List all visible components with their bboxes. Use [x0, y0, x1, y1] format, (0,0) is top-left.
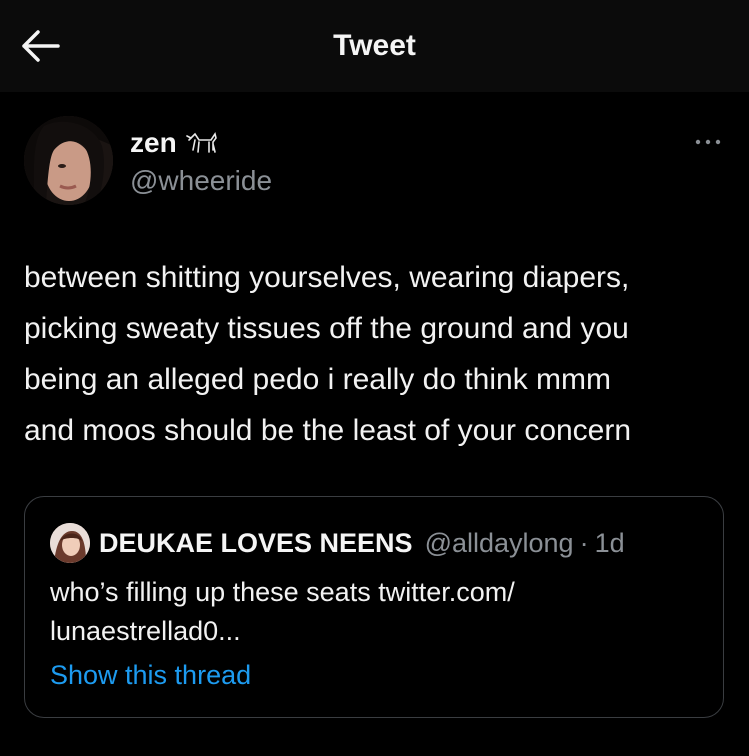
quoted-author-handle: @alldaylong	[424, 527, 574, 558]
tweet-body: between shitting yourselves, wearing dia…	[24, 252, 734, 456]
avatar-photo	[24, 116, 113, 205]
quoted-text-line: lunaestrellad0...	[50, 616, 241, 646]
author-avatar[interactable]	[24, 116, 113, 205]
quoted-text-line: who’s filling up these seats twitter.com…	[50, 577, 515, 607]
quoted-separator: ·	[579, 527, 589, 558]
top-bar: Tweet	[0, 0, 749, 92]
page-title: Tweet	[333, 29, 416, 62]
show-thread-link[interactable]: Show this thread	[50, 660, 251, 691]
quoted-tweet-body: who’s filling up these seats twitter.com…	[50, 573, 700, 651]
tweet-text-line: and moos should be the least of your con…	[24, 414, 632, 447]
author-name-row[interactable]: zen	[130, 125, 219, 161]
more-options-button[interactable]	[693, 132, 723, 152]
quoted-author-name: DEUKAE LOVES NEENS	[99, 527, 413, 558]
tweet-text-line: being an alleged pedo i really do think …	[24, 363, 612, 396]
author-display-name: zen	[130, 127, 177, 158]
quoted-author-avatar	[50, 523, 90, 563]
dog-emoji-icon	[185, 132, 217, 153]
quoted-tweet-card[interactable]: DEUKAE LOVES NEENS @alldaylong · 1d who’…	[24, 496, 724, 718]
more-horizontal-icon	[695, 139, 721, 145]
author-handle: @wheeride	[130, 165, 273, 196]
quoted-timestamp: 1d	[594, 527, 625, 558]
tweet-detail: zen @wheeride between shitting yourselve…	[0, 92, 749, 756]
tweet-text-line: between shitting yourselves, wearing dia…	[24, 261, 630, 294]
tweet-text-line: picking sweaty tissues off the ground an…	[24, 312, 629, 345]
quoted-avatar-photo	[50, 523, 90, 563]
quoted-tweet-header: DEUKAE LOVES NEENS @alldaylong · 1d	[50, 523, 625, 563]
